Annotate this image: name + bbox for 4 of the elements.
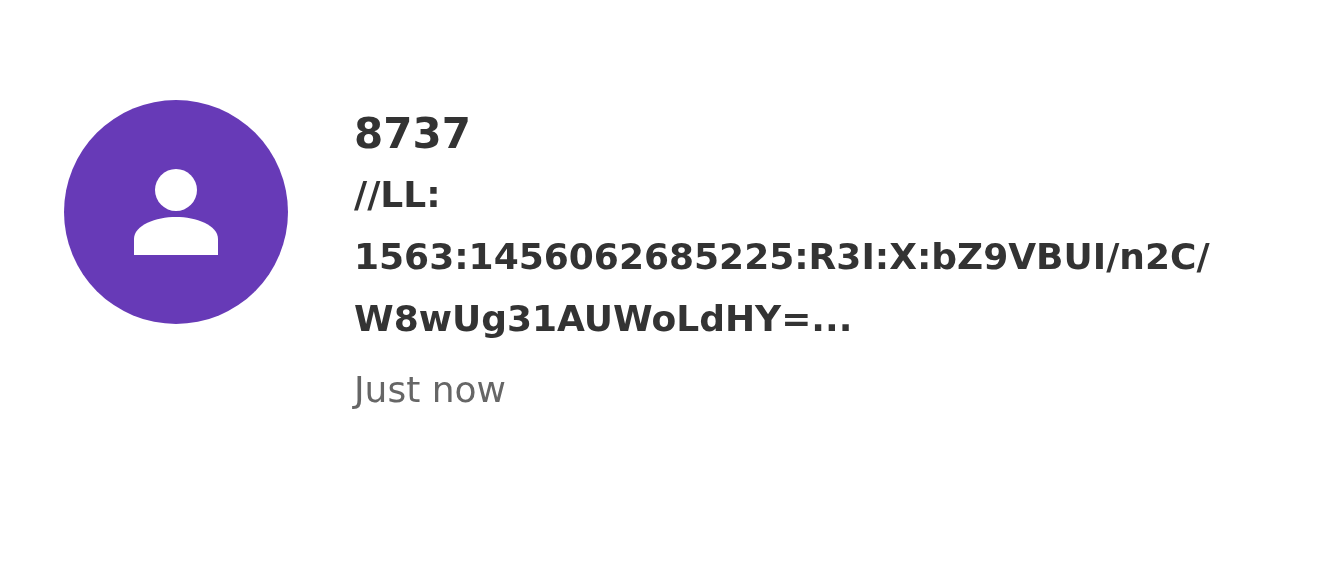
message-text: //LL: 1563:1456062685225:R3I:X:bZ9VBUI/n2C/W8wUg31AUWoLdHY=...: [354, 173, 1211, 341]
person-icon: [134, 169, 218, 255]
sender-name: 8737: [354, 108, 472, 160]
timestamp: Just now: [354, 368, 508, 412]
